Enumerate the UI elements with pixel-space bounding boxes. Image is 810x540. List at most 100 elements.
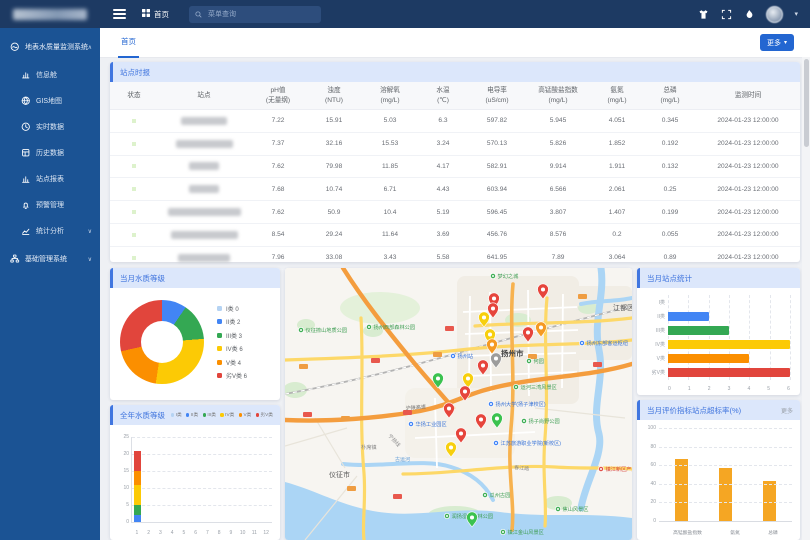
- chevron-down-icon[interactable]: ▾: [794, 10, 798, 18]
- sidebar-item-地表水质量监测系统[interactable]: 地表水质量监测系统∧: [0, 32, 100, 62]
- cell-value: 570.13: [468, 140, 526, 147]
- svg-text:华扬工业园区: 华扬工业园区: [416, 420, 447, 428]
- cell-monitor-time: 2024-01-23 12:00:00: [696, 140, 800, 147]
- cell-value: 0.055: [644, 231, 696, 238]
- year-legend-item: II类: [186, 412, 198, 418]
- sidebar-item-label: 地表水质量监测系统: [25, 42, 88, 52]
- sidebar-item-站点报表[interactable]: 站点报表: [0, 166, 100, 192]
- exceed-rate-bar: [763, 481, 776, 521]
- station-name-redacted: [171, 231, 238, 239]
- svg-text:运河三湾风景区: 运河三湾风景区: [521, 383, 557, 391]
- cell-value: 7.62: [250, 163, 306, 170]
- svg-text:镇江金山风景区: 镇江金山风景区: [508, 528, 544, 536]
- avatar[interactable]: [766, 6, 783, 23]
- theme-skin-icon[interactable]: [697, 8, 709, 20]
- cell-value: 4.051: [590, 117, 644, 124]
- cell-value: 1.852: [590, 140, 644, 147]
- exceed-rate-more-link[interactable]: 更多: [781, 406, 793, 415]
- svg-text:镇江新区产业园区: 镇江新区产业园区: [606, 465, 633, 473]
- sidebar-item-统计分析[interactable]: 统计分析∨: [0, 218, 100, 244]
- table-row[interactable]: 7.6279.9811.854.17582.919.9141.9110.1322…: [110, 156, 800, 179]
- search-input[interactable]: [206, 10, 315, 19]
- exceed-rate-panel: 当月评价指标站点超标率(%) 更多 020406080100 高锰酸盐指数氨氮总…: [637, 400, 800, 540]
- sidebar-item-GIS地图[interactable]: GIS地图: [0, 88, 100, 114]
- year-quality-chart: 0510152025: [131, 437, 272, 523]
- cell-value: 79.98: [306, 163, 362, 170]
- sidebar-item-label: 统计分析: [36, 226, 64, 236]
- sidebar-menu: 地表水质量监测系统∧ 信息舱 GIS地图实时数据历史数据站点报表预警管理统计分析∨基…: [0, 32, 100, 274]
- station-report-icon: [21, 174, 31, 184]
- cell-value: 3.24: [418, 140, 468, 147]
- sidebar-item-label: GIS地图: [36, 96, 62, 106]
- cell-value: 5.03: [362, 117, 418, 124]
- logo-redacted: [13, 9, 87, 20]
- sidebar-item-label: 实时数据: [36, 122, 64, 132]
- table-row[interactable]: 7.2215.915.036.3597.825.9454.0510.345202…: [110, 110, 800, 133]
- menu-search[interactable]: [189, 6, 321, 23]
- cell-monitor-time: 2024-01-23 12:00:00: [696, 231, 800, 238]
- sidebar-toggle-icon[interactable]: [113, 9, 126, 19]
- cell-value: 8.576: [526, 231, 590, 238]
- cell-value: 7.89: [526, 254, 590, 261]
- column-header: 高锰酸盐指数(mg/L): [526, 86, 590, 104]
- month-station-stats-chart: I类II类III类IV类V类劣V类: [644, 295, 790, 380]
- cell-value: 596.45: [468, 209, 526, 216]
- sidebar-item-实时数据[interactable]: 实时数据: [0, 114, 100, 140]
- sidebar-item-label: 信息舱: [36, 70, 57, 80]
- legend-item: IV类 6: [217, 344, 247, 353]
- fullscreen-icon[interactable]: [720, 8, 732, 20]
- sidebar-item-预警管理[interactable]: 预警管理: [0, 192, 100, 218]
- cell-value: 4.17: [418, 163, 468, 170]
- cell-value: 603.94: [468, 186, 526, 193]
- cell-value: 7.96: [250, 254, 306, 261]
- breadcrumb-home[interactable]: 首页: [142, 9, 169, 20]
- legend-item: III类 3: [217, 331, 247, 340]
- svg-text:江都区: 江都区: [613, 304, 632, 312]
- table-row[interactable]: 7.6250.910.45.19596.453.8071.4070.199202…: [110, 201, 800, 224]
- tab-home[interactable]: 首页: [118, 27, 139, 58]
- cell-value: 5.826: [526, 140, 590, 147]
- legend-item: V类 4: [217, 358, 247, 367]
- table-row[interactable]: 8.5429.2411.643.69456.768.5760.20.055202…: [110, 224, 800, 247]
- month-station-stats-panel: 当月站点统计 I类II类III类IV类V类劣V类 0123456: [637, 268, 800, 395]
- table-row[interactable]: 7.9633.083.435.58641.957.893.0640.892024…: [110, 247, 800, 270]
- table-body: 7.2215.915.036.3597.825.9454.0510.345202…: [110, 110, 800, 270]
- base-system-icon: [10, 254, 20, 264]
- gis-map-icon: [21, 96, 31, 106]
- cell-monitor-time: 2024-01-23 12:00:00: [696, 254, 800, 261]
- cell-value: 6.566: [526, 186, 590, 193]
- water-system-icon: [10, 42, 20, 52]
- statistics-icon: [21, 226, 31, 236]
- history-data-icon: [21, 148, 31, 158]
- panel-title-month-station-stats: 当月站点统计: [637, 268, 800, 288]
- legend-item: I类 0: [217, 304, 247, 313]
- table-row[interactable]: 7.3732.1615.533.24570.135.8261.8520.1922…: [110, 133, 800, 156]
- svg-text:古运河: 古运河: [395, 456, 410, 463]
- month-quality-panel: 当月水质等级 I类 0II类 2III类 3IV类 6V类 4劣V类 6: [110, 268, 280, 400]
- station-name-redacted: [176, 140, 233, 148]
- hbar-row-III类: III类: [644, 325, 790, 335]
- page-scrollbar[interactable]: [802, 57, 810, 540]
- year-legend-item: III类: [203, 412, 216, 418]
- notification-icon[interactable]: [743, 8, 755, 20]
- cell-value: 7.22: [250, 117, 306, 124]
- top-bar: 首页 ▾: [0, 0, 810, 28]
- sidebar-item-基础管理系统[interactable]: 基础管理系统∨: [0, 244, 100, 274]
- sidebar-item-信息舱[interactable]: 信息舱: [0, 62, 100, 88]
- table-row[interactable]: 7.6810.746.714.43603.946.5662.0610.25202…: [110, 178, 800, 201]
- cell-value: 0.192: [644, 140, 696, 147]
- year-legend-item: IV类: [220, 412, 234, 418]
- svg-text:扬州大学(扬子津校区): 扬州大学(扬子津校区): [496, 400, 546, 408]
- stacked-bar-month-1: [134, 437, 141, 522]
- sidebar-item-历史数据[interactable]: 历史数据: [0, 140, 100, 166]
- search-icon: [195, 5, 202, 23]
- scrollbar-thumb[interactable]: [804, 59, 809, 147]
- column-header: 站点: [158, 91, 250, 100]
- sidebar: 地表水质量监测系统∧ 信息舱 GIS地图实时数据历史数据站点报表预警管理统计分析∨基…: [0, 28, 100, 540]
- cell-value: 11.64: [362, 231, 418, 238]
- cell-value: 641.95: [468, 254, 526, 261]
- stations-map[interactable]: 扬州市江都区仪征市朴席镇沪陕高速春江路古运河宁扬线梦幻之城扬州站何园扬州东部客运…: [285, 268, 632, 540]
- tabs-more-button[interactable]: 更多 ▾: [760, 34, 794, 51]
- year-quality-panel: 全年水质等级 I类II类III类IV类V类劣V类 0510152025 1234…: [110, 405, 280, 540]
- svg-text:江苏旅游职业学院(新校区): 江苏旅游职业学院(新校区): [501, 439, 562, 447]
